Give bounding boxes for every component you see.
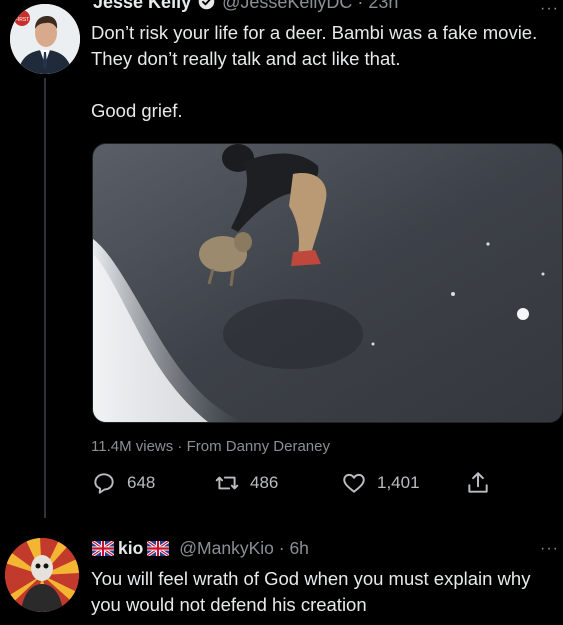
avatar-kio[interactable] <box>5 538 79 612</box>
reply-author-handle-time[interactable]: @MankyKio · 6h <box>179 538 309 559</box>
more-options-icon[interactable]: ··· <box>540 540 559 558</box>
reply-count: 648 <box>127 473 156 492</box>
reply-text: You will feel wrath of God when you must… <box>91 568 531 615</box>
tweet-text-line: Don’t risk your life for a deer. Bambi w… <box>91 22 538 69</box>
like-button[interactable]: 1,401 <box>341 470 420 496</box>
tweet-text-line: Good grief. <box>91 100 183 121</box>
reply-button[interactable]: 648 <box>91 470 155 496</box>
reply-author-name[interactable]: kio <box>118 538 143 559</box>
uk-flag-icon <box>147 541 170 556</box>
share-icon <box>468 472 488 493</box>
verified-icon <box>198 0 215 10</box>
tweet-text: Don’t risk your life for a deer. Bambi w… <box>91 20 561 124</box>
author-name[interactable]: Jesse Kelly <box>93 0 191 12</box>
avatar-image: FIRST <box>10 4 80 74</box>
uk-flag-icon <box>92 541 114 556</box>
like-count: 1,401 <box>377 473 420 492</box>
share-button[interactable] <box>465 470 491 496</box>
tweet-header: Jesse Kelly @JesseKellyDC · 23h <box>93 0 398 13</box>
retweet-icon <box>215 476 239 490</box>
retweet-button[interactable]: 486 <box>214 470 278 496</box>
like-icon <box>343 473 365 493</box>
views-and-source: 11.4M views · From Danny Deraney <box>91 438 330 455</box>
video-frame-image <box>93 144 562 422</box>
reply-icon <box>94 473 114 494</box>
reply-header: kio @MankyKio · 6h <box>92 538 309 559</box>
avatar-image <box>5 538 79 612</box>
more-options-icon[interactable]: ··· <box>540 0 559 18</box>
author-handle-time[interactable]: @JesseKellyDC · 23h <box>222 0 398 12</box>
tweet-video[interactable] <box>92 143 563 423</box>
avatar-badge-text: FIRST <box>15 17 29 23</box>
retweet-count: 486 <box>250 473 279 492</box>
avatar-jesse-kelly[interactable]: FIRST <box>10 4 80 74</box>
thread-line <box>44 78 46 518</box>
